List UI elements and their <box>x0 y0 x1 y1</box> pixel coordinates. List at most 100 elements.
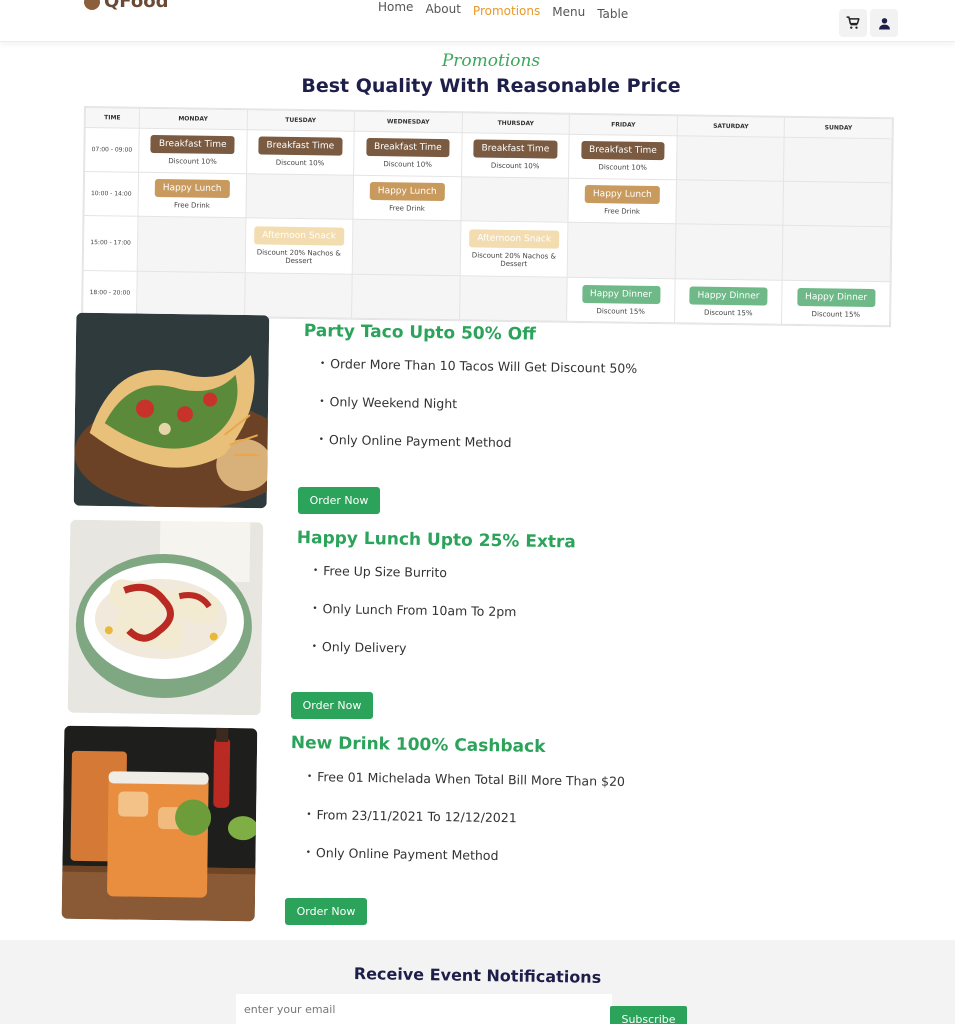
nav-link-promotions[interactable]: Promotions <box>473 4 540 21</box>
schedule-cell-note: Discount 15% <box>703 308 753 317</box>
schedule-cell: Afternoon Snack Discount 20% Nachos & Des… <box>244 217 354 275</box>
promo-bullet: Only Weekend Night <box>319 394 637 437</box>
brand-logo[interactable]: QFood <box>84 0 169 12</box>
schedule-cell: Happy Lunch Free Drink <box>568 178 677 224</box>
promo-bullet: Free 01 Michelada When Total Bill More T… <box>306 769 625 812</box>
schedule-empty-cell <box>782 225 891 282</box>
schedule-cell-note: Discount 10% <box>275 159 325 168</box>
schedule-pill-dinner[interactable]: Happy Dinner <box>689 286 768 306</box>
email-field[interactable] <box>236 994 612 1024</box>
header-saturday: SATURDAY <box>676 115 785 138</box>
header-time: TIME <box>85 107 140 129</box>
promo-title-new-drink: New Drink 100% Cashback <box>290 733 546 757</box>
schedule-pill-breakfast[interactable]: Breakfast Time <box>580 141 665 161</box>
promo-schedule-table: TIME MONDAY TUESDAY WEDNESDAY THURSDAY F… <box>81 106 894 328</box>
schedule-cell: Happy Lunch Free Drink <box>353 175 462 221</box>
schedule-empty-cell <box>676 135 785 182</box>
schedule-pill-snack[interactable]: Afternoon Snack <box>254 226 345 246</box>
order-now-button-new-drink[interactable]: Order Now <box>285 898 367 925</box>
header-monday: MONDAY <box>139 108 248 130</box>
header-thursday: THURSDAY <box>461 112 570 135</box>
promo-bullet: Only Delivery <box>311 639 516 680</box>
taco-image <box>73 312 270 509</box>
schedule-empty-cell <box>783 181 892 227</box>
schedule-cell: Breakfast Time Discount 10% <box>138 128 247 174</box>
promo-bullets-party-taco: Order More Than 10 Tacos Will Get Discou… <box>318 356 637 475</box>
schedule-cell: Happy Dinner Discount 15% <box>566 277 675 323</box>
schedule-pill-dinner[interactable]: Happy Dinner <box>581 284 661 304</box>
schedule-cell-note: Free Drink <box>389 204 425 214</box>
header-sunday: SUNDAY <box>784 117 893 139</box>
nav-link-home[interactable]: Home <box>378 0 413 21</box>
promo-bullets-happy-lunch: Free Up Size Burrito Only Lunch From 10a… <box>311 563 517 680</box>
schedule-empty-cell <box>352 219 461 276</box>
schedule-pill-breakfast[interactable]: Breakfast Time <box>150 135 235 155</box>
schedule-pill-breakfast[interactable]: Breakfast Time <box>365 138 450 158</box>
schedule-cell: Breakfast Time Discount 10% <box>461 132 570 179</box>
order-now-button-party-taco[interactable]: Order Now <box>298 487 380 514</box>
schedule-cell-note: Discount 10% <box>168 157 217 167</box>
schedule-empty-cell <box>783 137 893 183</box>
navbar: QFood Home About Promotions Menu Table <box>0 0 955 42</box>
schedule-time-cell: 10:00 - 14:00 <box>83 171 139 217</box>
section-eyebrow: Promotions <box>441 51 541 71</box>
schedule-cell-note: Free Drink <box>173 201 210 211</box>
nav-link-about[interactable]: About <box>425 2 460 21</box>
schedule-empty-cell <box>567 222 676 279</box>
schedule-pill-lunch[interactable]: Happy Lunch <box>369 182 445 202</box>
nav-link-menu[interactable]: Menu <box>552 5 585 21</box>
nav-links: Home About Promotions Menu Table <box>378 0 628 21</box>
schedule-empty-cell <box>137 216 246 273</box>
cart-icon <box>846 16 860 29</box>
schedule-cell: Happy Lunch Free Drink <box>137 172 247 218</box>
schedule-cell: Happy Dinner Discount 15% <box>781 280 891 326</box>
schedule-cell: Afternoon Snack Discount 20% Nachos & Des… <box>459 220 569 278</box>
schedule-empty-cell <box>675 179 784 226</box>
promo-bullet: Only Online Payment Method <box>305 845 624 888</box>
promo-bullet: Only Online Payment Method <box>318 432 636 475</box>
schedule-pill-snack[interactable]: Afternoon Snack <box>469 229 560 249</box>
schedule-cell: Breakfast Time Discount 10% <box>568 134 677 180</box>
schedule-cell-note: Discount 15% <box>811 309 861 319</box>
header-wednesday: WEDNESDAY <box>354 111 463 133</box>
schedule-empty-cell <box>244 272 353 319</box>
newsletter-section: Receive Event Notifications Subscribe <box>0 940 955 1024</box>
newsletter-title: Receive Event Notifications <box>353 964 602 987</box>
subscribe-button[interactable]: Subscribe <box>610 1006 687 1024</box>
schedule-empty-cell <box>674 223 784 281</box>
promo-bullet: Free Up Size Burrito <box>312 563 517 604</box>
schedule-empty-cell <box>459 275 568 322</box>
header-friday: FRIDAY <box>569 114 678 136</box>
taco-photo <box>73 312 270 509</box>
promo-bullets-new-drink: Free 01 Michelada When Total Bill More T… <box>305 769 625 888</box>
nav-link-table[interactable]: Table <box>597 7 628 21</box>
schedule-pill-breakfast[interactable]: Breakfast Time <box>473 139 558 160</box>
brand-name: QFood <box>104 0 169 12</box>
schedule-cell: Breakfast Time Discount 10% <box>246 129 355 176</box>
schedule-pill-breakfast[interactable]: Breakfast Time <box>258 136 343 157</box>
schedule-cell-note: Discount 10% <box>383 160 432 170</box>
schedule-cell: Happy Dinner Discount 15% <box>674 278 783 325</box>
user-button[interactable] <box>870 9 898 37</box>
schedule-cell-note: Discount 20% Nachos & Dessert <box>256 248 341 266</box>
burrito-image <box>67 519 264 716</box>
schedule-cell-note: Discount 15% <box>596 306 646 316</box>
promo-bullet: Only Lunch From 10am To 2pm <box>312 601 516 642</box>
schedule-time-cell: 18:00 - 20:00 <box>82 270 138 316</box>
schedule-time-cell: 15:00 - 17:00 <box>83 215 138 272</box>
schedule-pill-dinner[interactable]: Happy Dinner <box>796 287 876 307</box>
promo-title-happy-lunch: Happy Lunch Upto 25% Extra <box>296 528 577 553</box>
promo-bullet: Order More Than 10 Tacos Will Get Discou… <box>319 356 637 399</box>
logo-icon <box>84 0 100 10</box>
schedule-pill-lunch[interactable]: Happy Lunch <box>154 179 230 199</box>
page-title: Best Quality With Reasonable Price <box>301 75 681 97</box>
schedule-empty-cell <box>460 176 569 223</box>
schedule-empty-cell <box>245 173 354 220</box>
order-now-button-happy-lunch[interactable]: Order Now <box>291 692 373 719</box>
drink-image <box>61 725 258 922</box>
drink-photo <box>61 725 258 922</box>
cart-button[interactable] <box>839 9 867 37</box>
schedule-cell-note: Free Drink <box>604 207 641 217</box>
schedule-pill-lunch[interactable]: Happy Lunch <box>584 185 660 205</box>
promo-title-party-taco: Party Taco Upto 50% Off <box>303 321 537 345</box>
